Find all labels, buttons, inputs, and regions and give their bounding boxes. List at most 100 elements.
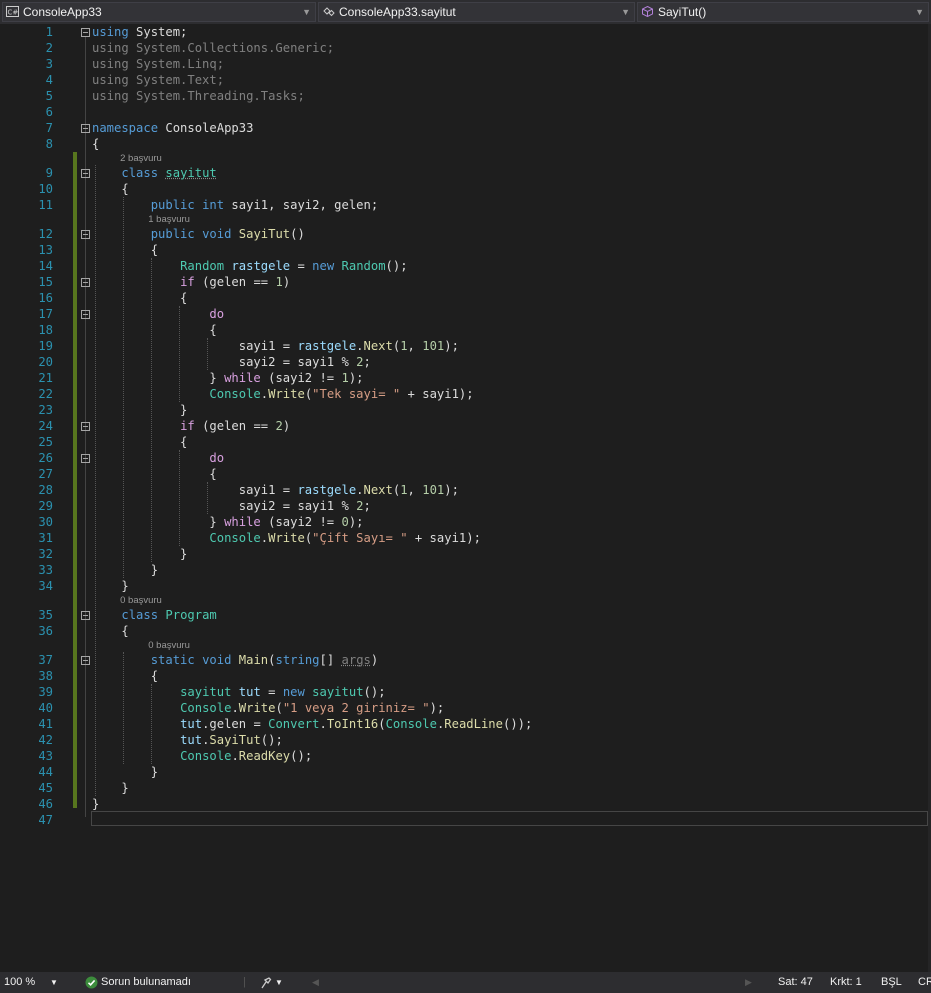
- collapse-toggle-icon[interactable]: [81, 169, 90, 178]
- code-line[interactable]: 9 class sayitut: [0, 165, 931, 181]
- scroll-left-icon[interactable]: ◀: [312, 972, 319, 993]
- code-token: Write: [268, 387, 305, 401]
- code-token: 2: [356, 499, 364, 513]
- code-line[interactable]: 32 }: [0, 546, 931, 562]
- code-line[interactable]: 35 class Program: [0, 607, 931, 623]
- code-line[interactable]: 13 {: [0, 242, 931, 258]
- code-line[interactable]: 2 using System.Collections.Generic;: [0, 40, 931, 56]
- collapse-toggle-icon[interactable]: [81, 278, 90, 287]
- code-token: Console: [209, 531, 261, 545]
- code-token: }: [92, 547, 188, 561]
- code-line[interactable]: 43 Console.ReadKey();: [0, 748, 931, 764]
- collapse-toggle-icon[interactable]: [81, 28, 90, 37]
- code-line[interactable]: 3 using System.Linq;: [0, 56, 931, 72]
- code-line[interactable]: 47: [0, 812, 931, 828]
- type-dropdown[interactable]: ConsoleApp33.sayitut ▼: [318, 2, 635, 22]
- zoom-dropdown-icon[interactable]: ▼: [50, 972, 58, 993]
- code-line[interactable]: 37 static void Main(string[] args): [0, 652, 931, 668]
- code-line[interactable]: 38 {: [0, 668, 931, 684]
- collapse-toggle-icon[interactable]: [81, 454, 90, 463]
- code-line[interactable]: 42 tut.SayiTut();: [0, 732, 931, 748]
- code-line[interactable]: 4 using System.Text;: [0, 72, 931, 88]
- code-token: Console: [385, 717, 437, 731]
- code-text: class Program: [92, 607, 216, 623]
- line-ending-indicator[interactable]: CR: [918, 972, 931, 993]
- zoom-level[interactable]: 100 %: [4, 972, 35, 993]
- collapse-toggle-icon[interactable]: [81, 124, 90, 133]
- chevron-down-icon[interactable]: ▼: [302, 3, 311, 21]
- code-token: ;: [363, 499, 371, 513]
- code-line[interactable]: 30 } while (sayi2 != 0);: [0, 514, 931, 530]
- line-indicator[interactable]: Sat: 47: [778, 972, 813, 993]
- code-line[interactable]: 12 public void SayiTut(): [0, 226, 931, 242]
- line-number: 21: [38, 371, 53, 385]
- code-line[interactable]: 29 sayi2 = sayi1 % 2;: [0, 498, 931, 514]
- code-line[interactable]: 19 sayi1 = rastgele.Next(1, 101);: [0, 338, 931, 354]
- code-line[interactable]: 20 sayi2 = sayi1 % 2;: [0, 354, 931, 370]
- code-text: if (gelen == 2): [92, 418, 290, 434]
- code-line[interactable]: 28 sayi1 = rastgele.Next(1, 101);: [0, 482, 931, 498]
- code-line[interactable]: 11 public int sayi1, sayi2, gelen;: [0, 197, 931, 213]
- line-number: 18: [38, 323, 53, 337]
- code-line[interactable]: 44 }: [0, 764, 931, 780]
- code-token: .: [356, 483, 364, 497]
- code-line[interactable]: 23 }: [0, 402, 931, 418]
- code-cleanup-brush-icon[interactable]: [260, 977, 272, 989]
- column-indicator[interactable]: Krkt: 1: [830, 972, 862, 993]
- collapse-toggle-icon[interactable]: [81, 310, 90, 319]
- scroll-right-icon[interactable]: ▶: [745, 972, 752, 993]
- chevron-down-icon[interactable]: ▼: [275, 972, 283, 993]
- codelens-references[interactable]: 0 başvuru: [120, 594, 162, 607]
- code-line[interactable]: 14 Random rastgele = new Random();: [0, 258, 931, 274]
- code-line[interactable]: 8{: [0, 136, 931, 152]
- chevron-down-icon[interactable]: ▼: [621, 3, 630, 21]
- code-line[interactable]: 18 {: [0, 322, 931, 338]
- code-line[interactable]: 7 namespace ConsoleApp33: [0, 120, 931, 136]
- member-dropdown[interactable]: SayiTut() ▼: [637, 2, 929, 22]
- code-token: ();: [290, 749, 313, 763]
- code-line[interactable]: 24 if (gelen == 2): [0, 418, 931, 434]
- insert-mode-indicator[interactable]: BŞL: [881, 972, 902, 993]
- code-line[interactable]: 16 {: [0, 290, 931, 306]
- svg-text:C#: C#: [8, 9, 19, 17]
- collapse-toggle-icon[interactable]: [81, 422, 90, 431]
- collapse-toggle-icon[interactable]: [81, 656, 90, 665]
- line-number: 45: [38, 781, 53, 795]
- code-line[interactable]: 5 using System.Threading.Tasks;: [0, 88, 931, 104]
- code-line[interactable]: 34 }: [0, 578, 931, 594]
- code-line[interactable]: 39 sayitut tut = new sayitut();: [0, 684, 931, 700]
- code-line[interactable]: 15 if (gelen == 1): [0, 274, 931, 290]
- code-token: 2: [356, 355, 364, 369]
- code-line[interactable]: 10 {: [0, 181, 931, 197]
- code-line[interactable]: 46}: [0, 796, 931, 812]
- code-line[interactable]: 45 }: [0, 780, 931, 796]
- code-line[interactable]: 1 using System;: [0, 24, 931, 40]
- code-line[interactable]: 33 }: [0, 562, 931, 578]
- project-dropdown[interactable]: C# ConsoleApp33 ▼: [2, 2, 316, 22]
- code-line[interactable]: 27 {: [0, 466, 931, 482]
- codelens-references[interactable]: 2 başvuru: [120, 152, 162, 165]
- chevron-down-icon[interactable]: ▼: [915, 3, 924, 21]
- code-text: Console.ReadKey();: [92, 748, 312, 764]
- code-text: using System.Threading.Tasks;: [92, 88, 305, 104]
- code-line[interactable]: 25 {: [0, 434, 931, 450]
- collapse-toggle-icon[interactable]: [81, 611, 90, 620]
- code-editor[interactable]: 1 using System; 2 using System.Collections.…: [0, 24, 931, 972]
- collapse-toggle-icon[interactable]: [81, 230, 90, 239]
- code-token: );: [444, 339, 459, 353]
- code-line[interactable]: 6: [0, 104, 931, 120]
- code-line[interactable]: 17 do: [0, 306, 931, 322]
- code-line[interactable]: 36 {: [0, 623, 931, 639]
- code-line[interactable]: 41 tut.gelen = Convert.ToInt16(Console.R…: [0, 716, 931, 732]
- code-line[interactable]: 22 Console.Write("Tek sayi= " + sayi1);: [0, 386, 931, 402]
- issues-label[interactable]: Sorun bulunamadı: [101, 972, 191, 993]
- code-line[interactable]: 40 Console.Write("1 veya 2 giriniz= ");: [0, 700, 931, 716]
- code-token: Write: [238, 701, 276, 715]
- code-line[interactable]: 26 do: [0, 450, 931, 466]
- code-line[interactable]: 31 Console.Write("Çift Sayı= " + sayi1);: [0, 530, 931, 546]
- codelens-references[interactable]: 0 başvuru: [148, 639, 190, 652]
- codelens-references[interactable]: 1 başvuru: [148, 213, 190, 226]
- code-line[interactable]: 21 } while (sayi2 != 1);: [0, 370, 931, 386]
